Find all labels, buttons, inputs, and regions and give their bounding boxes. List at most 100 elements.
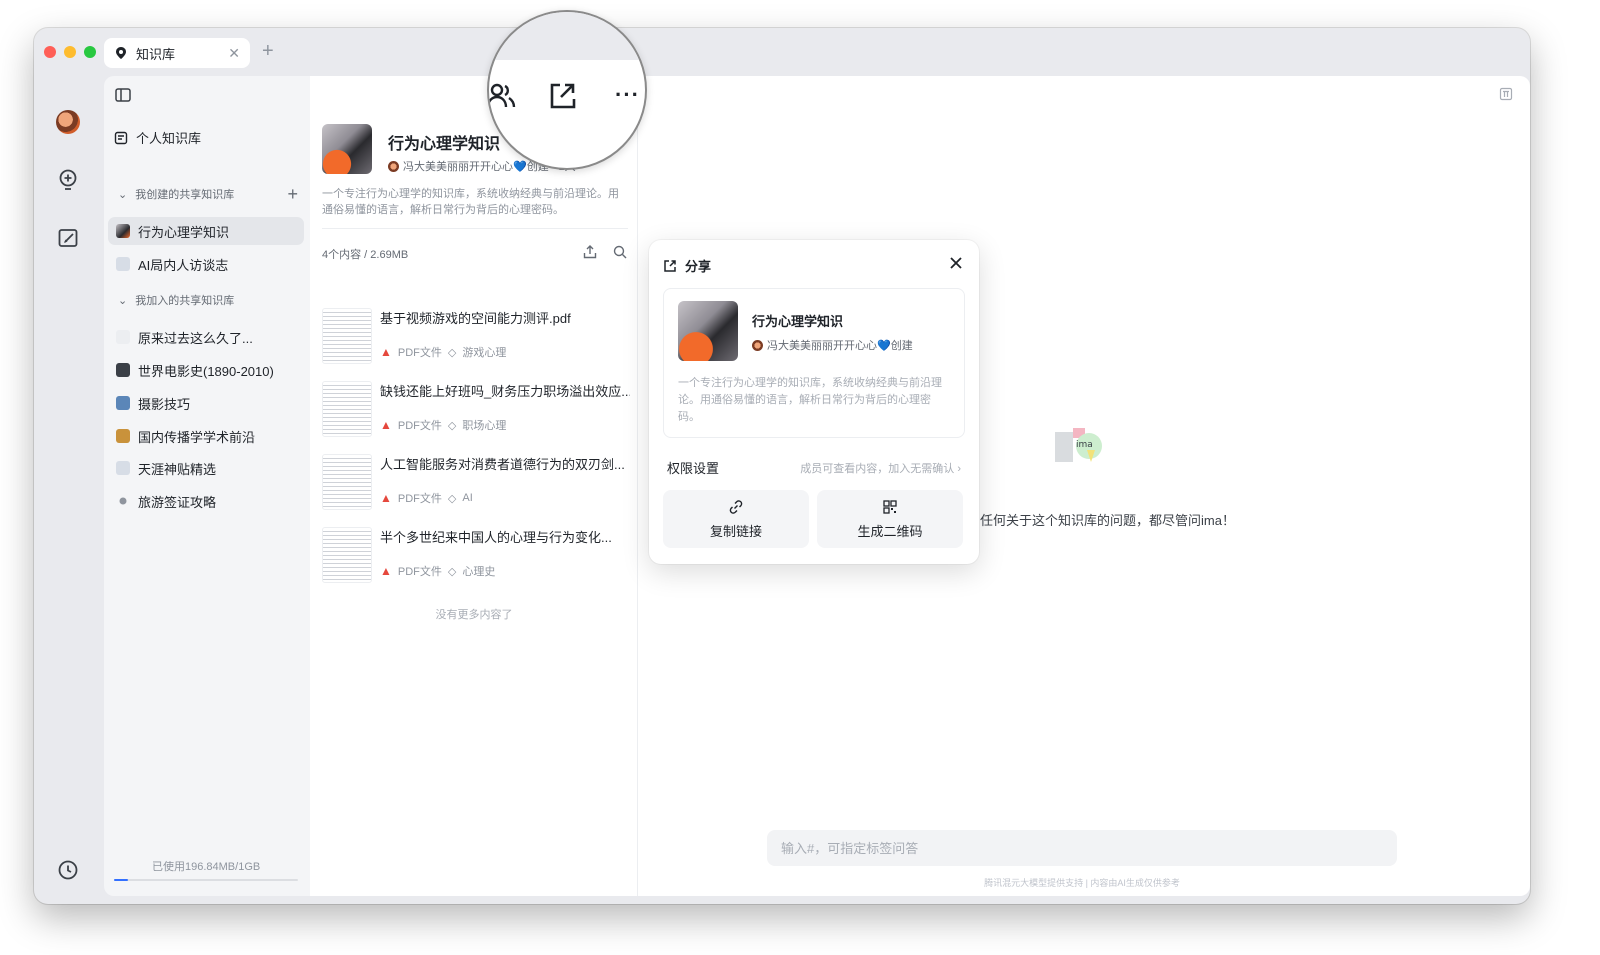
more-options-icon[interactable]: ··· (615, 82, 640, 108)
divider (322, 228, 628, 229)
sidebar-item-joined[interactable]: 世界电影史(1890-2010) (108, 356, 304, 384)
sidebar-item-ai-interviews[interactable]: AI局内人访谈志 (108, 250, 304, 278)
sidebar-item-label: 天涯神贴精选 (138, 461, 217, 477)
kb-thumbnail (116, 461, 130, 475)
document-title: 缺钱还能上好班吗_财务压力职场溢出效应... (380, 384, 630, 399)
zoom-window-button[interactable] (84, 46, 96, 58)
document-thumbnail (322, 381, 372, 437)
created-section-header[interactable]: ⌄ 我创建的共享知识库 (118, 186, 234, 202)
permission-settings[interactable]: 权限设置 成员可查看内容，加入无需确认 › (667, 458, 961, 477)
sidebar-item-joined[interactable]: 国内传播学学术前沿 (108, 422, 304, 450)
add-knowledge-base-button[interactable]: + (287, 184, 298, 205)
document-thumbnail (322, 308, 372, 364)
sidebar-item-joined[interactable]: 摄影技巧 (108, 389, 304, 417)
document-tag[interactable]: 心理史 (462, 563, 495, 579)
document-type: PDF文件 (397, 493, 442, 505)
document-meta: ▲ PDF文件 ◇ 职场心理 (380, 417, 506, 433)
members-icon[interactable] (489, 80, 517, 112)
joined-section-header[interactable]: ⌄ 我加入的共享知识库 (118, 292, 234, 308)
document-title: 基于视频游戏的空间能力测评.pdf (380, 311, 571, 326)
permission-value: 成员可查看内容，加入无需确认 › (800, 462, 961, 475)
chevron-down-icon: ⌄ (118, 294, 128, 307)
document-tag[interactable]: AI (462, 492, 472, 504)
permission-label: 权限设置 (667, 461, 720, 476)
no-more-content: 没有更多内容了 (435, 609, 513, 621)
creator-avatar (752, 339, 763, 351)
copy-link-button[interactable]: 复制链接 (663, 490, 809, 548)
knowledge-sidebar: 个人知识库 ⌄ 我创建的共享知识库 + 行为心理学知识 AI局内人访谈志 ⌄ 我… (104, 76, 310, 896)
pdf-icon: ▲ (380, 345, 392, 359)
sidebar-item-label: 行为心理学知识 (138, 224, 230, 240)
pdf-icon: ▲ (380, 491, 392, 505)
section-label: 我加入的共享知识库 (135, 295, 235, 307)
kb-thumbnail (119, 497, 127, 505)
document-meta: ▲ PDF文件 ◇ AI (380, 490, 473, 506)
tab-close-icon[interactable]: ✕ (228, 45, 240, 62)
document-meta: ▲ PDF文件 ◇ 游戏心理 (380, 344, 506, 360)
sidebar-item-personal[interactable]: 个人知识库 (114, 128, 201, 147)
share-kb-creator: 冯大美美丽丽开开心心💙创建 (752, 337, 913, 353)
document-item[interactable]: 半个多世纪来中国人的心理与行为变化... ▲ PDF文件 ◇ 心理史 (322, 527, 632, 589)
note-edit-icon[interactable] (56, 226, 80, 250)
share-popover: 分享 行为心理学知识 冯大美美丽丽开开心心💙创建 一个专注行为心理学的知识库，系… (649, 240, 979, 564)
kb-thumbnail (116, 330, 130, 344)
ima-logo-text: ima (1076, 440, 1093, 450)
kb-thumbnail (116, 396, 130, 410)
storage-bar-fill (114, 879, 128, 881)
new-tab-button[interactable]: + (262, 40, 274, 63)
sidebar-item-label: AI局内人访谈志 (138, 257, 229, 273)
document-title: 人工智能服务对消费者道德行为的双刃剑... (380, 457, 625, 472)
search-icon[interactable] (612, 244, 628, 260)
history-clock-icon[interactable] (56, 858, 80, 882)
sidebar-item-behavior-psychology[interactable]: 行为心理学知识 (108, 217, 304, 245)
minimize-window-button[interactable] (64, 46, 76, 58)
kb-cover-image (322, 124, 372, 174)
ai-disclaimer: 腾讯混元大模型提供支持 | 内容由AI生成仅供参考 (984, 878, 1180, 888)
sidebar-item-joined[interactable]: 旅游签证攻略 (108, 487, 304, 515)
pdf-icon: ▲ (380, 564, 392, 578)
creator-avatar (388, 160, 399, 172)
share-icon[interactable] (547, 80, 579, 112)
document-item[interactable]: 人工智能服务对消费者道德行为的双刃剑... ▲ PDF文件 ◇ AI (322, 454, 632, 516)
document-item[interactable]: 基于视频游戏的空间能力测评.pdf ▲ PDF文件 ◇ 游戏心理 (322, 308, 632, 370)
document-tag[interactable]: 游戏心理 (462, 344, 506, 360)
share-kb-card: 行为心理学知识 冯大美美丽丽开开心心💙创建 一个专注行为心理学的知识库，系统收纳… (663, 288, 965, 438)
tag-icon: ◇ (447, 492, 457, 505)
ask-input[interactable] (767, 830, 1397, 866)
kb-stats: 4个内容 / 2.69MB (322, 249, 409, 261)
zoom-magnifier: ··· (487, 10, 647, 170)
sidebar-item-label: 个人知识库 (136, 131, 202, 146)
qr-code-icon (883, 499, 897, 514)
tab-knowledge-base[interactable]: 知识库 ✕ (104, 38, 250, 68)
kb-thumbnail (116, 363, 130, 377)
knowledge-bulb-icon[interactable] (56, 168, 80, 192)
kb-thumbnail (116, 257, 130, 271)
close-window-button[interactable] (44, 46, 56, 58)
pdf-icon: ▲ (380, 418, 392, 432)
upload-icon[interactable] (582, 244, 598, 260)
trash-icon[interactable] (1498, 86, 1514, 102)
close-icon[interactable] (947, 254, 965, 272)
document-tag[interactable]: 职场心理 (462, 417, 506, 433)
document-type: PDF文件 (397, 347, 442, 359)
kb-thumbnail (116, 224, 130, 238)
document-item[interactable]: 缺钱还能上好班吗_财务压力职场溢出效应... ▲ PDF文件 ◇ 职场心理 (322, 381, 632, 443)
sidebar-item-label: 旅游签证攻略 (138, 494, 217, 510)
copy-link-label: 复制链接 (709, 523, 762, 539)
kb-thumbnail (116, 429, 130, 443)
sidebar-item-label: 摄影技巧 (138, 396, 191, 412)
sidebar-toggle-icon[interactable] (114, 86, 132, 104)
share-title: 分享 (685, 259, 712, 274)
sidebar-item-label: 世界电影史(1890-2010) (138, 363, 274, 379)
share-header: 分享 (663, 256, 711, 275)
sidebar-item-joined[interactable]: 天涯神贴精选 (108, 454, 304, 482)
sidebar-item-joined[interactable]: 原来过去这么久了... (108, 323, 304, 351)
qr-code-button[interactable]: 生成二维码 (817, 490, 963, 548)
qr-code-label: 生成二维码 (857, 523, 923, 539)
chevron-down-icon: ⌄ (118, 188, 128, 201)
section-label: 我创建的共享知识库 (135, 189, 235, 201)
user-avatar[interactable] (56, 110, 80, 134)
magnified-titlebar (489, 12, 645, 60)
chat-hint: 任何关于这个知识库的问题，都尽管问ima！ (980, 513, 1235, 528)
storage-usage-text: 已使用196.84MB/1GB (152, 861, 261, 873)
